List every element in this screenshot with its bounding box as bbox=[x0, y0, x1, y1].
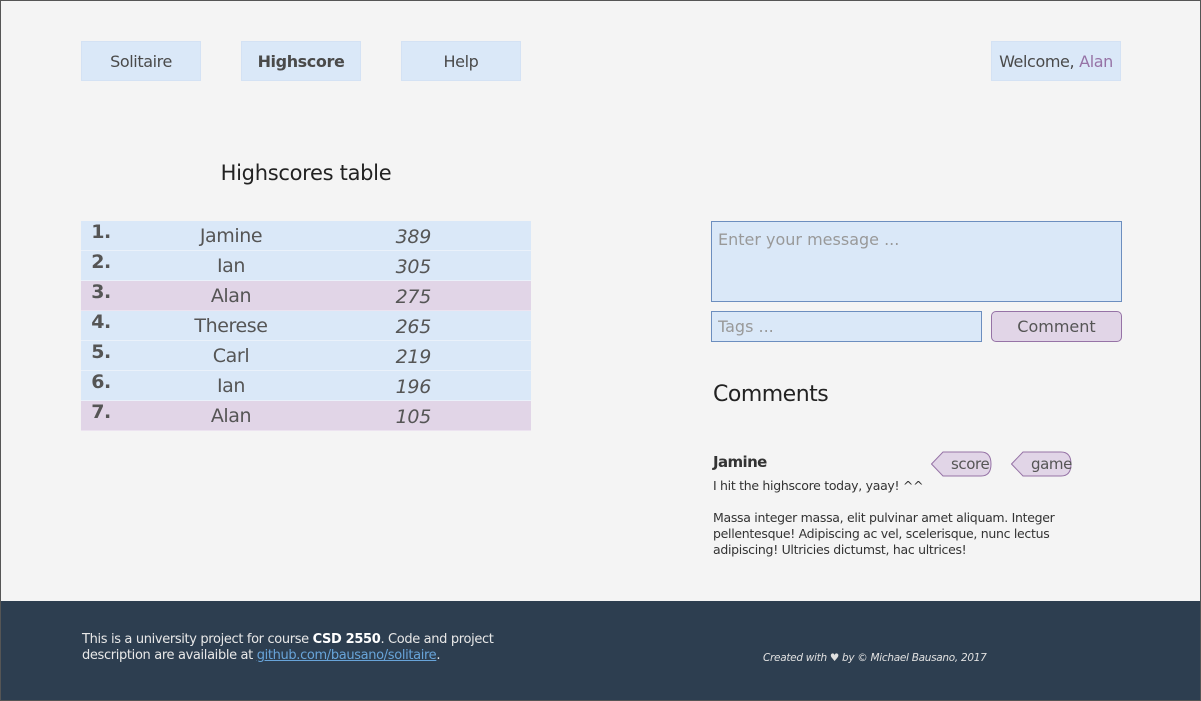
footer-text-before: This is a university project for course bbox=[82, 632, 309, 647]
welcome-text: Welcome, bbox=[999, 51, 1075, 71]
footer-description: This is a university project for course … bbox=[82, 632, 552, 664]
nav-solitaire-button[interactable]: Solitaire bbox=[81, 41, 201, 81]
player-name-cell: Ian bbox=[216, 375, 246, 397]
comment-button[interactable]: Comment bbox=[991, 311, 1122, 342]
table-row: 6. Ian 196 bbox=[81, 371, 531, 401]
player-name-cell: Carl bbox=[212, 345, 250, 367]
tags-input[interactable] bbox=[711, 311, 982, 342]
rank-cell: 5. bbox=[91, 341, 111, 363]
highscores-title: Highscores table bbox=[220, 161, 392, 185]
score-cell: 219 bbox=[395, 346, 432, 368]
score-cell: 196 bbox=[395, 376, 432, 398]
tag-score[interactable]: score bbox=[931, 451, 992, 477]
welcome-username[interactable]: Alan bbox=[1079, 52, 1113, 71]
player-name-cell: Alan bbox=[210, 405, 252, 427]
score-cell: 275 bbox=[395, 286, 432, 308]
table-row: 1. Jamine 389 bbox=[81, 221, 531, 251]
player-name-cell: Ian bbox=[216, 255, 246, 277]
tag-label: score bbox=[951, 455, 990, 473]
score-cell: 105 bbox=[395, 406, 432, 428]
message-input[interactable] bbox=[711, 221, 1122, 302]
rank-cell: 6. bbox=[91, 371, 111, 393]
rank-cell: 1. bbox=[91, 221, 111, 243]
github-link[interactable]: github.com/bausano/solitaire bbox=[257, 648, 437, 663]
player-name-cell: Therese bbox=[194, 315, 268, 337]
nav-help-button[interactable]: Help bbox=[401, 41, 521, 81]
table-row: 4. Therese 265 bbox=[81, 311, 531, 341]
welcome-badge: Welcome, Alan bbox=[991, 41, 1121, 81]
comment-text: I hit the highscore today, yaay! ^^ bbox=[713, 478, 924, 493]
footer-course-code: CSD 2550 bbox=[312, 632, 381, 647]
nav-highscore-button[interactable]: Highscore bbox=[241, 41, 361, 81]
tag-game[interactable]: game bbox=[1011, 451, 1072, 477]
rank-cell: 3. bbox=[91, 281, 111, 303]
nav-help-label: Help bbox=[443, 51, 479, 71]
rank-cell: 2. bbox=[91, 251, 111, 273]
player-name-cell: Jamine bbox=[199, 225, 263, 247]
rank-cell: 4. bbox=[91, 311, 111, 333]
rank-cell: 7. bbox=[91, 401, 111, 423]
score-cell: 265 bbox=[395, 316, 432, 338]
footer: This is a university project for course … bbox=[1, 601, 1200, 700]
player-name-cell: Alan bbox=[210, 285, 252, 307]
comments-title: Comments bbox=[713, 382, 829, 407]
footer-credit: Created with ♥ by © Michael Bausano, 201… bbox=[763, 652, 987, 664]
table-row-current-user: 7. Alan 105 bbox=[81, 401, 531, 431]
comment-body: Massa integer massa, elit pulvinar amet … bbox=[713, 510, 1055, 557]
comment-author: Jamine bbox=[713, 453, 767, 471]
table-row: 2. Ian 305 bbox=[81, 251, 531, 281]
nav-highscore-label: Highscore bbox=[257, 51, 345, 71]
score-cell: 389 bbox=[395, 226, 432, 248]
highscores-table: 1. Jamine 389 2. Ian 305 3. Alan 275 4. … bbox=[81, 221, 531, 431]
footer-text-end: . bbox=[436, 648, 441, 663]
table-row: 5. Carl 219 bbox=[81, 341, 531, 371]
tag-label: game bbox=[1031, 455, 1072, 473]
nav-solitaire-label: Solitaire bbox=[110, 51, 172, 71]
table-row-current-user: 3. Alan 275 bbox=[81, 281, 531, 311]
score-cell: 305 bbox=[395, 256, 432, 278]
